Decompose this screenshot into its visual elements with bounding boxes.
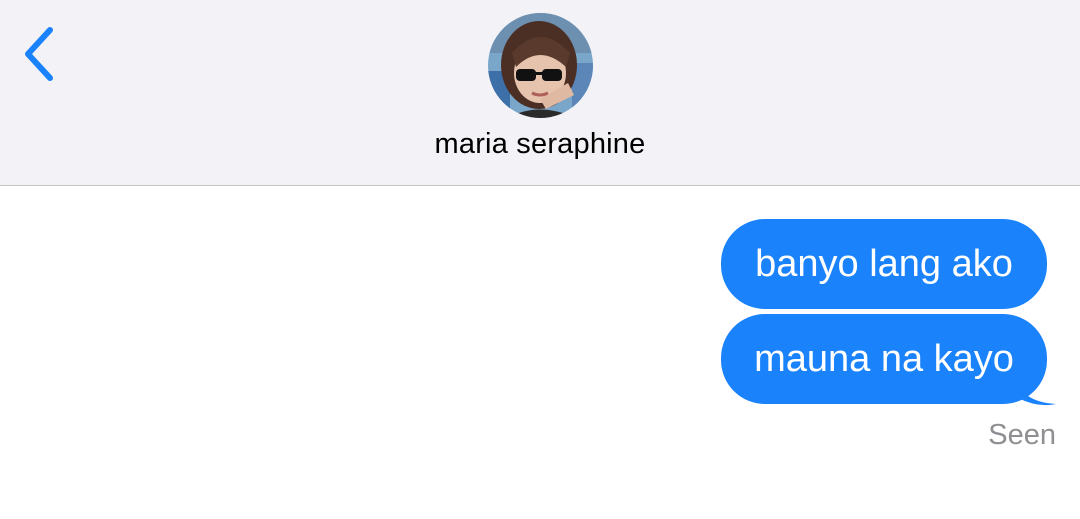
read-receipt: Seen bbox=[988, 419, 1056, 451]
message-bubble-outgoing[interactable]: banyo lang ako bbox=[721, 219, 1047, 309]
chevron-left-icon bbox=[25, 27, 53, 81]
message-thread: banyo lang ako mauna na kayo Seen bbox=[0, 186, 1080, 519]
message-bubble-outgoing[interactable]: mauna na kayo bbox=[721, 314, 1047, 404]
contact-name[interactable]: maria seraphine bbox=[0, 128, 1080, 161]
bubble-tail-icon bbox=[1018, 382, 1056, 406]
message-text: banyo lang ako bbox=[755, 243, 1013, 285]
status-bar-fragment bbox=[936, 0, 1066, 6]
message-text: mauna na kayo bbox=[754, 338, 1014, 380]
contact-photo bbox=[488, 13, 593, 118]
conversation-header: maria seraphine bbox=[0, 0, 1080, 186]
back-button[interactable] bbox=[14, 22, 66, 86]
avatar[interactable] bbox=[488, 13, 593, 118]
